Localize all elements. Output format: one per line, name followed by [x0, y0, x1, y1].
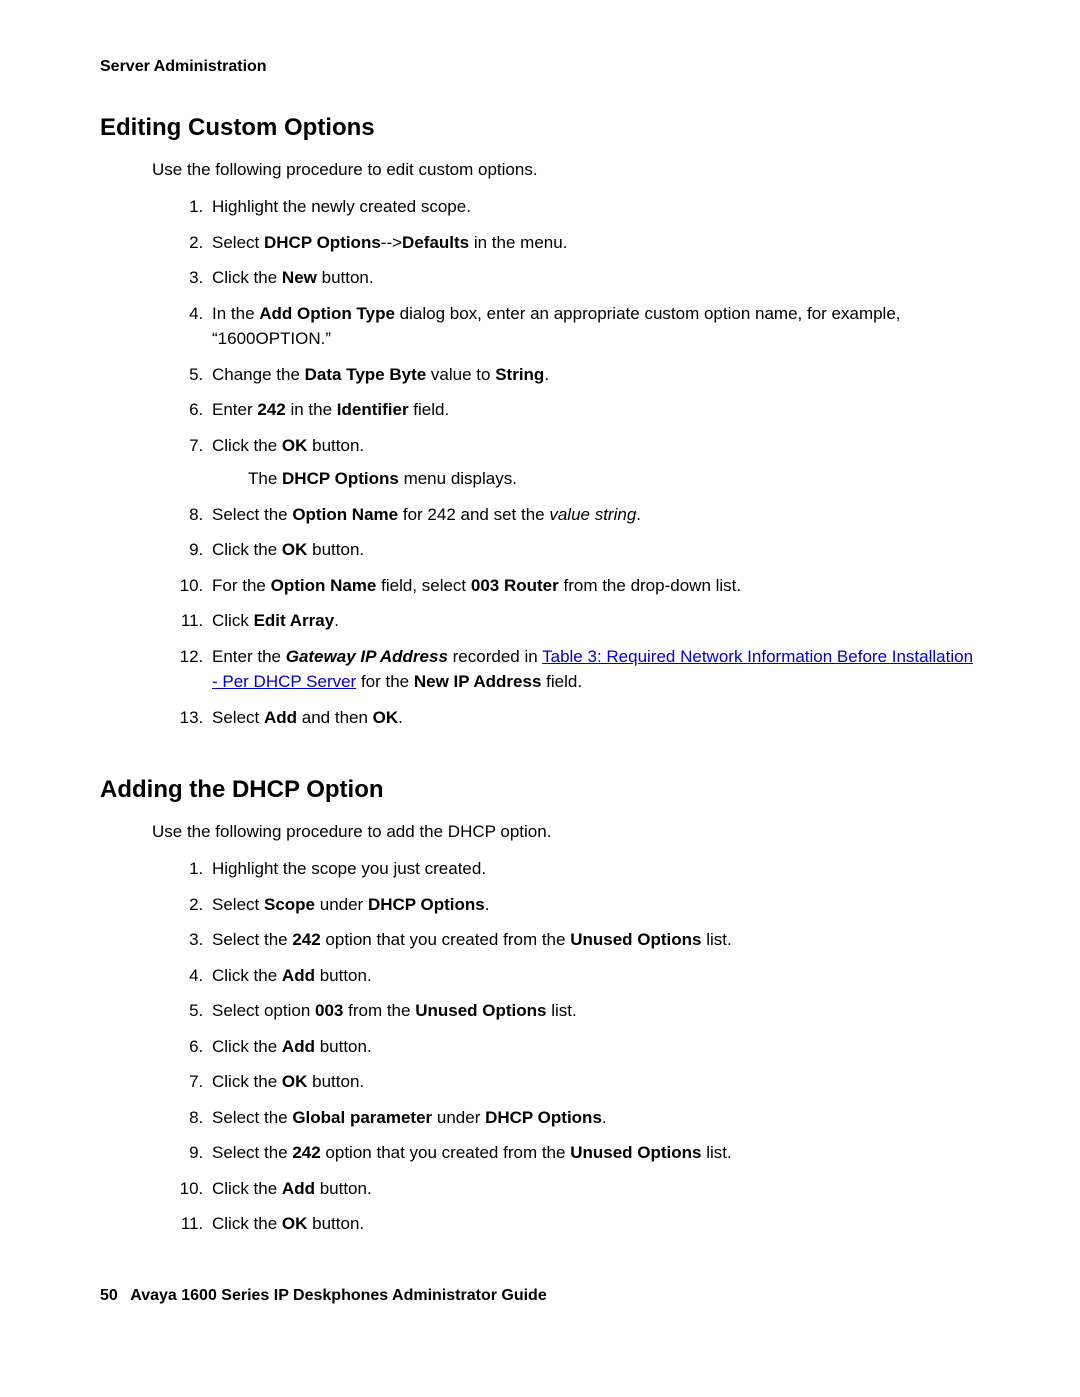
step-item: Click the New button. — [208, 265, 980, 291]
step-item: Select option 003 from the Unused Option… — [208, 998, 980, 1024]
section-heading-adding-dhcp-option: Adding the DHCP Option — [100, 776, 980, 804]
section-intro: Use the following procedure to edit cust… — [152, 160, 980, 180]
step-item: For the Option Name field, select 003 Ro… — [208, 573, 980, 599]
page-footer: 50 Avaya 1600 Series IP Deskphones Admini… — [100, 1287, 547, 1305]
step-item: Click Edit Array. — [208, 608, 980, 634]
step-item: In the Add Option Type dialog box, enter… — [208, 301, 980, 352]
step-item: Click the Add button. — [208, 1034, 980, 1060]
step-item: Enter the Gateway IP Address recorded in… — [208, 644, 980, 695]
step-item: Change the Data Type Byte value to Strin… — [208, 362, 980, 388]
step-item: Select DHCP Options-->Defaults in the me… — [208, 230, 980, 256]
steps-adding-dhcp-option: Highlight the scope you just created. Sel… — [168, 856, 980, 1237]
step-item: Select the Global parameter under DHCP O… — [208, 1105, 980, 1131]
step-item: Select Scope under DHCP Options. — [208, 892, 980, 918]
step-item: Select the 242 option that you created f… — [208, 1140, 980, 1166]
step-item: Select the 242 option that you created f… — [208, 927, 980, 953]
step-item: Click the Add button. — [208, 1176, 980, 1202]
steps-editing-custom-options: Highlight the newly created scope. Select… — [168, 194, 980, 730]
book-title: Avaya 1600 Series IP Deskphones Administ… — [130, 1287, 546, 1304]
step-item: Enter 242 in the Identifier field. — [208, 397, 980, 423]
step-item: Highlight the scope you just created. — [208, 856, 980, 882]
step-item: Click the OK button. — [208, 537, 980, 563]
section-heading-editing-custom-options: Editing Custom Options — [100, 114, 980, 142]
step-item: Click the Add button. — [208, 963, 980, 989]
page-number: 50 — [100, 1287, 122, 1304]
page: Server Administration Editing Custom Opt… — [0, 0, 1080, 1237]
step-item: Click the OK button.The DHCP Options men… — [208, 433, 980, 492]
step-item: Click the OK button. — [208, 1069, 980, 1095]
step-item: Click the OK button. — [208, 1211, 980, 1237]
section-intro: Use the following procedure to add the D… — [152, 822, 980, 842]
step-item: Select Add and then OK. — [208, 705, 980, 731]
step-item: Select the Option Name for 242 and set t… — [208, 502, 980, 528]
running-header: Server Administration — [100, 58, 980, 76]
step-subtext: The DHCP Options menu displays. — [248, 466, 980, 492]
step-item: Highlight the newly created scope. — [208, 194, 980, 220]
